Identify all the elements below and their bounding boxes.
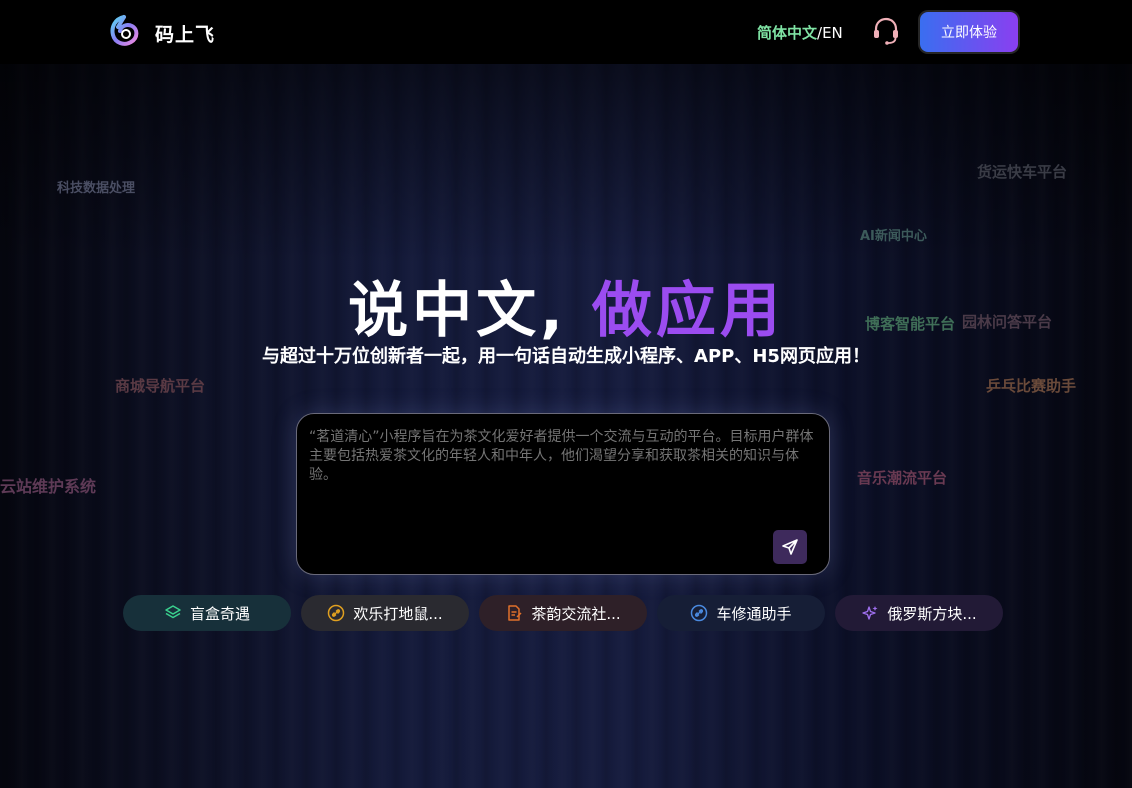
hero-subtitle: 与超过十万位创新者一起，用一句话自动生成小程序、APP、H5网页应用！: [262, 346, 870, 367]
background-shade: [0, 64, 1132, 264]
floating-tag: 乒乓比赛助手: [986, 377, 1077, 395]
example-prompts: 盲盒奇遇 欢乐打地鼠... 茶韵交流社... 车修通助手 俄罗斯方块...: [123, 595, 1003, 631]
example-chip-label: 欢乐打地鼠...: [353, 604, 443, 623]
link-icon: [328, 604, 345, 622]
example-chip[interactable]: 欢乐打地鼠...: [301, 595, 469, 631]
hero-title-accent: 做应用: [591, 276, 784, 346]
example-chip-label: 俄罗斯方块...: [887, 604, 977, 623]
prompt-box: [296, 413, 830, 575]
document-icon: [508, 605, 522, 621]
try-now-button[interactable]: 立即体验: [920, 12, 1018, 52]
sparkles-icon: [862, 606, 878, 620]
logo-icon[interactable]: [108, 14, 142, 48]
example-chip[interactable]: 车修通助手: [657, 595, 825, 631]
send-icon: [782, 539, 798, 555]
floating-tag: AI新闻中心: [860, 229, 927, 244]
example-chip[interactable]: 茶韵交流社...: [479, 595, 647, 631]
hero-title-main: 说中文,: [348, 276, 567, 346]
floating-tag: 商城导航平台: [115, 377, 206, 395]
floating-tag: 音乐潮流平台: [857, 469, 948, 487]
example-chip-label: 茶韵交流社...: [531, 604, 621, 623]
floating-tag: 货运快车平台: [977, 163, 1068, 181]
prompt-input[interactable]: [309, 428, 814, 504]
layers-icon: [165, 605, 181, 619]
headset-icon[interactable]: [870, 15, 902, 47]
lang-zh-option[interactable]: 简体中文: [757, 24, 817, 42]
link-icon: [691, 604, 708, 622]
example-chip-label: 盲盒奇遇: [189, 604, 250, 623]
language-switch[interactable]: 简体中文/EN: [757, 22, 843, 43]
floating-tag: 云站维护系统: [0, 477, 97, 496]
hero-title: 说中文, 做应用: [0, 262, 1132, 349]
example-chip[interactable]: 俄罗斯方块...: [835, 595, 1003, 631]
example-chip[interactable]: 盲盒奇遇: [123, 595, 291, 631]
example-chip-label: 车修通助手: [716, 604, 792, 623]
lang-en-option[interactable]: EN: [822, 24, 843, 42]
top-nav: 码上飞 简体中文/EN 立即体验: [0, 0, 1132, 64]
send-button[interactable]: [773, 530, 807, 564]
brand-name: 码上飞: [155, 24, 216, 46]
floating-tag: 科技数据处理: [57, 181, 136, 196]
